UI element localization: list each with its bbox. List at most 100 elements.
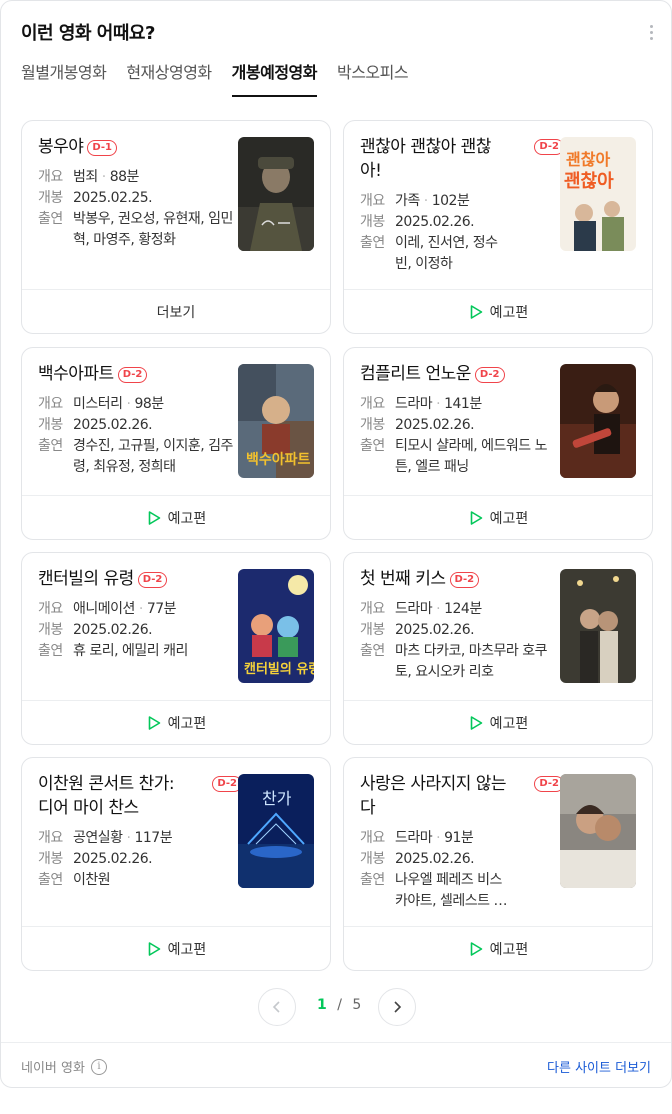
more-button[interactable]: 더보기 (22, 289, 330, 333)
tab-now-showing[interactable]: 현재상영영화 (126, 57, 212, 97)
release-value: 2025.02.25. (73, 190, 153, 206)
release-label: 개봉 (38, 190, 63, 206)
cast-value: 휴 로리, 에밀리 캐리 (73, 643, 188, 659)
svg-text:괜찮아: 괜찮아 (564, 171, 614, 192)
movie-poster[interactable] (238, 137, 314, 251)
dday-badge: D-2 (474, 367, 505, 383)
movie-title[interactable]: 이찬원 콘서트 찬가: 디어 마이 찬스 (38, 774, 175, 818)
panel-footer: 네이버 영화 i 다른 사이트 더보기 (1, 1042, 671, 1088)
trailer-button[interactable]: 예고편 (344, 700, 652, 744)
genre-label: 개요 (360, 396, 385, 412)
panel-header: 이런 영화 어때요? (21, 19, 659, 47)
dday-badge: D-2 (137, 572, 168, 588)
movie-title[interactable]: 사랑은 사라지지 않는다 (360, 774, 507, 818)
movie-title[interactable]: 컴플리트 언노운 (360, 364, 471, 384)
separator-dot: · (126, 830, 131, 846)
page-indicator: 1 / 5 (317, 997, 361, 1013)
genre-label: 개요 (38, 830, 63, 846)
genre-label: 개요 (38, 601, 63, 617)
separator-dot: · (423, 193, 428, 209)
genre-label: 개요 (38, 169, 63, 185)
more-vertical-icon[interactable] (643, 21, 659, 43)
chevron-left-icon (272, 1001, 280, 1013)
separator-dot: · (436, 601, 441, 617)
next-page-button[interactable] (378, 988, 416, 1026)
cast-label: 출연 (360, 235, 385, 251)
trailer-button[interactable]: 예고편 (22, 926, 330, 970)
svg-text:찬가: 찬가 (262, 789, 292, 808)
play-triangle-icon (470, 941, 482, 956)
runtime-value: 77분 (146, 601, 177, 617)
genre-label: 개요 (360, 601, 385, 617)
movie-poster[interactable]: 캔터빌의 유령 (238, 569, 314, 683)
movie-card[interactable]: 백수아파트 D-2 개요 미스터리 · 98분 개봉 2025.02.26. 출연 경수진,… (21, 347, 331, 540)
info-icon[interactable]: i (90, 1058, 107, 1075)
release-label: 개봉 (38, 417, 63, 433)
genre-label: 개요 (38, 396, 63, 412)
genre-label: 개요 (360, 193, 385, 209)
genre-value: 공연실황 (73, 830, 123, 846)
movie-poster[interactable]: 백수아파트 (238, 364, 314, 478)
separator-dot: · (138, 601, 143, 617)
prev-page-button[interactable] (258, 988, 296, 1026)
release-label: 개봉 (360, 417, 385, 433)
movie-title[interactable]: 캔터빌의 유령 (38, 569, 134, 589)
movie-poster[interactable]: 괜찮아 괜찮아 (560, 137, 636, 251)
cast-value: 나우엘 페레즈 비스카야트, 셀레스트 브룬켈 (395, 872, 506, 909)
tab-monthly-release[interactable]: 월별개봉영화 (21, 57, 107, 97)
tab-box-office[interactable]: 박스오피스 (337, 57, 409, 97)
trailer-button-label: 예고편 (167, 941, 207, 958)
trailer-button[interactable]: 예고편 (22, 700, 330, 744)
movie-title[interactable]: 첫 번째 키스 (360, 569, 446, 589)
genre-label: 개요 (360, 830, 385, 846)
movie-poster[interactable] (560, 774, 636, 888)
movie-title[interactable]: 괜찮아 괜찮아 괜찮아! (360, 137, 491, 181)
genre-value: 애니메이션 (73, 601, 135, 617)
release-value: 2025.02.26. (73, 417, 153, 433)
movie-card[interactable]: 봉우야 D-1 개요 범죄 · 88분 개봉 2025.02.25. 출연 박봉우, 권오성… (21, 120, 331, 334)
runtime-value: 141분 (444, 396, 482, 412)
dday-badge: D-2 (449, 572, 480, 588)
release-value: 2025.02.26. (395, 622, 475, 638)
movie-card[interactable]: 괜찮아 괜찮아 괜찮아! 개요 가족 · 102분 개봉 2025.02.26. 출연 이… (343, 120, 653, 334)
movie-card[interactable]: 첫 번째 키스 D-2 개요 드라마 · 124분 개봉 2025.02.26. 출연 마츠… (343, 552, 653, 745)
runtime-value: 117분 (134, 830, 173, 846)
genre-value: 드라마 (395, 601, 433, 617)
movie-title[interactable]: 봉우야 (38, 137, 84, 157)
movie-card[interactable]: 컴플리트 언노운 D-2 개요 드라마 · 141분 개봉 2025.02.26. 출연 티… (343, 347, 653, 540)
cast-value: 마츠 다카코, 마츠무라 호쿠토, 요시오카 리호 (395, 643, 547, 680)
movie-card[interactable]: 이찬원 콘서트 찬가: 디어 마이 찬스 개요 공연실황 · 117분 개봉 2025.… (21, 757, 331, 971)
movie-title[interactable]: 백수아파트 (38, 364, 114, 384)
trailer-button[interactable]: 예고편 (344, 926, 652, 970)
release-value: 2025.02.26. (395, 214, 475, 230)
trailer-button-label: 예고편 (489, 510, 529, 527)
movie-card[interactable]: 사랑은 사라지지 않는다 개요 드라마 · 91분 개봉 2025.02.26. 출연 나… (343, 757, 653, 971)
dday-badge: D-1 (87, 140, 118, 156)
genre-value: 범죄 (73, 169, 98, 185)
release-label: 개봉 (360, 851, 385, 867)
pagination: 1 / 5 (1, 988, 672, 1026)
svg-text:캔터빌의 유령: 캔터빌의 유령 (244, 661, 314, 677)
tab-upcoming[interactable]: 개봉예정영화 (231, 57, 317, 97)
genre-value: 미스터리 (73, 396, 123, 412)
separator-dot: · (101, 169, 106, 185)
trailer-button[interactable]: 예고편 (344, 495, 652, 539)
play-triangle-icon (470, 304, 482, 319)
movie-poster[interactable]: 찬가 (238, 774, 314, 888)
trailer-button[interactable]: 예고편 (22, 495, 330, 539)
source-label: 네이버 영화 (21, 1061, 85, 1076)
play-triangle-icon (470, 715, 482, 730)
other-sites-link[interactable]: 다른 사이트 더보기 (547, 1057, 651, 1076)
runtime-value: 88분 (109, 169, 140, 185)
movie-poster[interactable] (560, 569, 636, 683)
separator-dot: · (126, 396, 131, 412)
cast-label: 출연 (38, 438, 63, 454)
runtime-value: 91분 (444, 830, 474, 846)
play-triangle-icon (148, 510, 160, 525)
cast-label: 출연 (360, 872, 385, 888)
trailer-button[interactable]: 예고편 (344, 289, 652, 333)
movie-card[interactable]: 캔터빌의 유령 D-2 개요 애니메이션 · 77분 개봉 2025.02.26. 출연 휴… (21, 552, 331, 745)
genre-value: 가족 (395, 193, 420, 209)
movie-poster[interactable] (560, 364, 636, 478)
cast-label: 출연 (38, 643, 63, 659)
